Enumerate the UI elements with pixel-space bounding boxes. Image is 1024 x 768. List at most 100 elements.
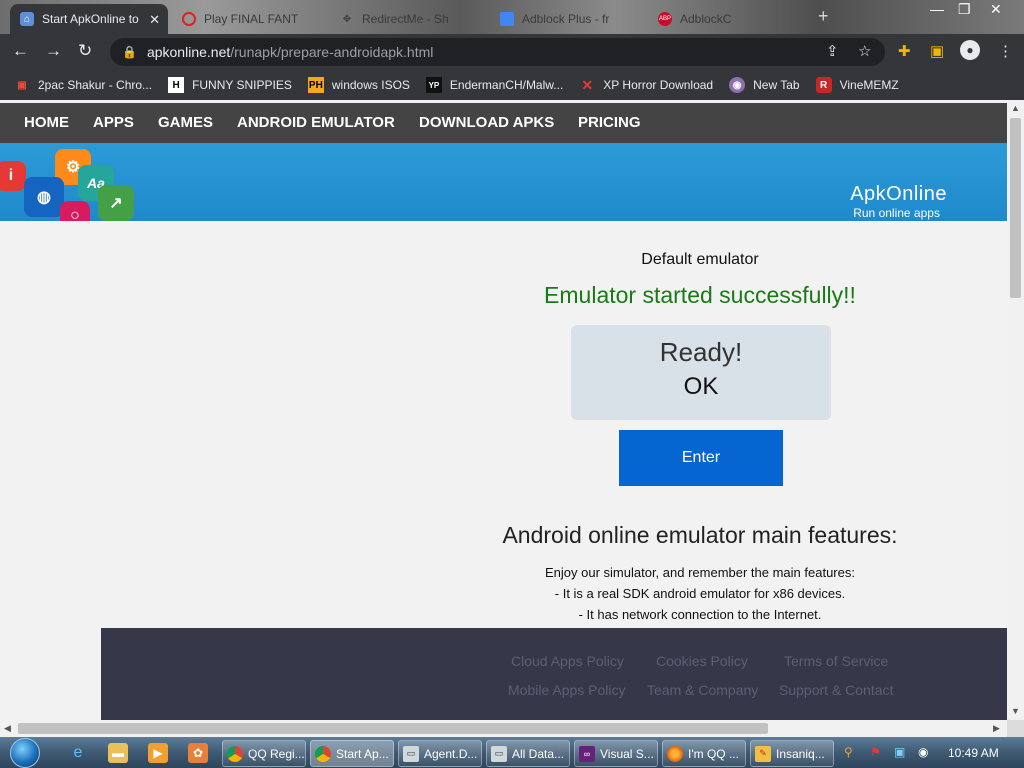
search-app-icon: ○ — [60, 201, 90, 221]
opera-icon — [182, 12, 196, 26]
redirect-icon: ✥ — [342, 13, 352, 25]
taskbar-item-start-apkonline[interactable]: Start Ap... — [310, 740, 394, 767]
scrollbar-corner — [1007, 720, 1024, 737]
bookmark-h-icon: H — [168, 77, 185, 93]
enter-button[interactable]: Enter — [619, 430, 783, 486]
bookmark-r-icon: R — [815, 77, 832, 93]
internet-explorer-icon[interactable]: e — [68, 743, 88, 763]
tray-flag-icon[interactable]: ⚑ — [870, 745, 881, 759]
tab-adblock[interactable]: ABP AdblockC — [648, 4, 798, 34]
site-nav: HOME APPS GAMES ANDROID EMULATOR DOWNLOA… — [0, 103, 1007, 143]
features-line: - It has network connection to the Inter… — [578, 607, 822, 622]
tab-play-final-fantasy[interactable]: Play FINAL FANT — [172, 4, 322, 34]
bookmark-ph-icon: PH — [307, 77, 324, 93]
brand-tagline: Run online apps — [853, 206, 940, 220]
task-label: Start Ap... — [336, 746, 389, 761]
new-tab-button[interactable]: + — [818, 6, 829, 27]
site-banner: i ⚙ ◍ Aa ↗ ○ ApkOnline Run online apps — [0, 143, 1007, 221]
bookmark-2pac[interactable]: ▣ 2pac Shakur - Chro... — [14, 77, 152, 93]
taskbar-item-im-qq[interactable]: I'm QQ ... — [662, 740, 746, 767]
folder-icon[interactable]: ▬ — [108, 743, 128, 763]
emulator-status-message: Emulator started successfully!! — [544, 282, 856, 308]
taskbar-item-insaniq[interactable]: ✎ Insaniq... — [750, 740, 834, 767]
forward-icon[interactable]: → — [45, 41, 62, 61]
bookmarks-bar: ▣ 2pac Shakur - Chro... H FUNNY SNIPPIES… — [0, 70, 1024, 100]
task-label: All Data... — [512, 746, 565, 761]
back-icon[interactable]: ← — [12, 41, 29, 61]
bookmark-label: New Tab — [753, 78, 800, 92]
bookmark-2pac-icon: ▣ — [17, 79, 27, 91]
media-player-icon[interactable]: ▶ — [148, 743, 168, 763]
firefox-icon — [667, 745, 683, 762]
tray-volume-icon[interactable]: ◉ — [918, 745, 928, 759]
scroll-left-icon[interactable]: ◀ — [4, 723, 11, 734]
features-line: - It is a real SDK android emulator for … — [554, 586, 846, 601]
taskbar-item-all-data[interactable]: ▭ All Data... — [486, 740, 570, 767]
horizontal-scrollbar[interactable]: ◀ ▶ — [0, 720, 1007, 737]
tray-network-icon[interactable]: ▣ — [894, 745, 905, 759]
address-bar[interactable]: 🔒 apkonline.net /runapk/prepare-androida… — [110, 38, 885, 66]
scroll-up-icon[interactable]: ▲ — [1011, 103, 1020, 113]
bookmark-windows-isos[interactable]: PH windows ISOS — [307, 77, 410, 93]
footer-link-terms-of-service[interactable]: Terms of Service — [784, 653, 888, 669]
horizontal-scroll-thumb[interactable] — [18, 723, 768, 734]
bookmark-vinememz[interactable]: R VineMEMZ — [815, 77, 899, 93]
scroll-right-icon[interactable]: ▶ — [993, 723, 1000, 734]
menu-kebab-icon[interactable]: ⋮ — [998, 42, 1013, 60]
bookmark-x-icon: ✕ — [581, 76, 594, 93]
url-path: /runapk/prepare-androidapk.html — [230, 44, 434, 60]
taskbar-item-visual-studio[interactable]: ∞ Visual S... — [574, 740, 658, 767]
tab-title: RedirectMe - Sh — [362, 12, 449, 26]
close-tab-icon[interactable]: ✕ — [149, 12, 160, 28]
tab-redirectme[interactable]: ✥ RedirectMe - Sh — [330, 4, 480, 34]
footer-link-cloud-apps-policy[interactable]: Cloud Apps Policy — [511, 653, 624, 669]
bookmark-funny-snippies[interactable]: H FUNNY SNIPPIES — [168, 77, 292, 93]
tray-search-icon[interactable]: ⚲ — [844, 745, 853, 759]
bookmark-label: XP Horror Download — [603, 78, 714, 92]
restore-icon[interactable]: ❐ — [958, 1, 971, 18]
reload-icon[interactable]: ↻ — [78, 41, 92, 61]
footer-link-support-contact[interactable]: Support & Contact — [779, 682, 893, 698]
bookmark-label: FUNNY SNIPPIES — [192, 78, 292, 92]
nav-apps[interactable]: APPS — [93, 114, 134, 131]
visual-studio-icon: ∞ — [579, 745, 595, 762]
share-icon[interactable]: ⇪ — [826, 42, 839, 60]
app-launcher-icon[interactable]: ✿ — [188, 743, 208, 763]
start-button[interactable] — [10, 738, 40, 768]
bookmark-endermanch[interactable]: YP EndermanCH/Malw... — [425, 77, 563, 93]
vertical-scroll-thumb[interactable] — [1010, 118, 1021, 298]
close-window-icon[interactable]: ✕ — [990, 1, 1002, 18]
emulator-name: Default emulator — [641, 251, 759, 268]
info-app-icon: i — [0, 161, 26, 191]
nav-games[interactable]: GAMES — [158, 114, 213, 131]
star-icon[interactable]: ☆ — [858, 42, 871, 60]
footer-link-team-company[interactable]: Team & Company — [647, 682, 758, 698]
profile-avatar-icon[interactable]: ● — [960, 40, 980, 60]
extensions-icon[interactable]: ✚ — [898, 42, 911, 60]
taskbar-clock[interactable]: 10:49 AM — [948, 746, 999, 760]
bookmark-xp-horror[interactable]: ✕ XP Horror Download — [579, 77, 713, 93]
tab-strip: ⌂ Start ApkOnline to ✕ Play FINAL FANT ✥… — [0, 0, 1024, 34]
nav-download-apks[interactable]: DOWNLOAD APKS — [419, 114, 554, 131]
footer-link-mobile-apps-policy[interactable]: Mobile Apps Policy — [508, 682, 626, 698]
scroll-down-icon[interactable]: ▼ — [1011, 706, 1020, 716]
footer-link-cookies-policy[interactable]: Cookies Policy — [656, 653, 748, 669]
window-icon: ▭ — [491, 745, 507, 762]
taskbar-item-agent[interactable]: ▭ Agent.D... — [398, 740, 482, 767]
nav-home[interactable]: HOME — [24, 114, 69, 131]
brand-logo: ApkOnline Run online apps — [850, 183, 947, 220]
bookmark-new-tab[interactable]: ◉ New Tab — [729, 77, 800, 93]
bookmark-label: 2pac Shakur - Chro... — [38, 78, 153, 92]
chrome-icon — [315, 745, 331, 762]
tab-adblock-plus[interactable]: Adblock Plus - fr — [490, 4, 640, 34]
nav-pricing[interactable]: PRICING — [578, 114, 641, 131]
nav-android-emulator[interactable]: ANDROID EMULATOR — [237, 114, 395, 131]
minimize-icon[interactable]: — — [930, 1, 944, 17]
tab-start-apkonline[interactable]: ⌂ Start ApkOnline to ✕ — [10, 4, 168, 34]
site-footer: Cloud Apps Policy Cookies Policy Terms o… — [101, 628, 1007, 720]
taskbar-item-qq-register[interactable]: QQ Regi... — [222, 740, 306, 767]
globe-app-icon: ◍ — [24, 177, 64, 217]
side-panel-icon[interactable]: ▣ — [930, 42, 944, 60]
vertical-scrollbar[interactable]: ▲ ▼ — [1007, 100, 1024, 720]
brand-name: ApkOnline — [850, 183, 947, 205]
